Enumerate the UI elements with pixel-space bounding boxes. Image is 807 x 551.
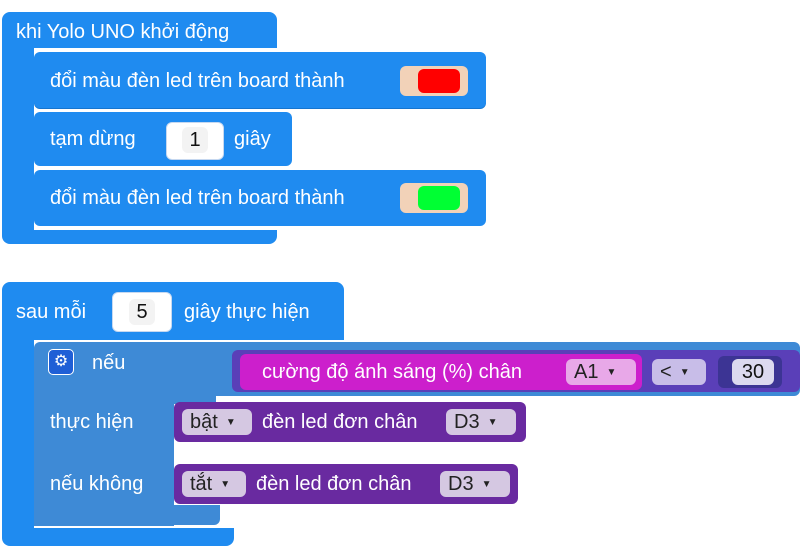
startup-event-label: khi Yolo UNO khởi động	[16, 21, 230, 43]
timer-suffix-label: giây thực hiện	[184, 301, 310, 323]
else-label: nếu không	[50, 473, 144, 495]
pause-unit-label: giây	[234, 128, 271, 150]
led-pin-label: đèn led đơn chân	[262, 411, 418, 433]
chevron-down-icon: ▼	[487, 417, 498, 428]
operator-dropdown[interactable]: < ▼	[652, 359, 706, 385]
light-sensor-label: cường độ ánh sáng (%) chân	[262, 361, 522, 383]
led-pin-dropdown-then[interactable]: D3 ▼	[446, 409, 516, 435]
timer-interval-input[interactable]: 5	[129, 299, 155, 325]
set-led-color-label: đổi màu đèn led trên board thành	[50, 70, 345, 92]
color-swatch-green[interactable]	[418, 186, 460, 210]
if-label: nếu	[92, 352, 126, 374]
chevron-down-icon: ▼	[679, 367, 690, 378]
sensor-pin-dropdown[interactable]: A1 ▼	[566, 359, 636, 385]
pause-seconds-input[interactable]: 1	[182, 127, 208, 153]
chevron-down-icon: ▼	[606, 367, 617, 378]
pause-label: tạm dừng	[50, 128, 136, 150]
gear-icon[interactable]: ⚙	[48, 349, 74, 375]
state-on-dropdown[interactable]: bật ▼	[182, 409, 252, 435]
led-pin-label: đèn led đơn chân	[256, 473, 412, 495]
color-swatch-red[interactable]	[418, 69, 460, 93]
led-pin-dropdown-else[interactable]: D3 ▼	[440, 471, 510, 497]
timer-prefix-label: sau mỗi	[16, 301, 87, 323]
state-off-dropdown[interactable]: tắt ▼	[182, 471, 246, 497]
chevron-down-icon: ▼	[220, 479, 231, 490]
chevron-down-icon: ▼	[225, 417, 236, 428]
then-label: thực hiện	[50, 411, 134, 433]
chevron-down-icon: ▼	[481, 479, 492, 490]
set-led-color-label: đổi màu đèn led trên board thành	[50, 187, 345, 209]
threshold-input[interactable]: 30	[732, 359, 774, 385]
